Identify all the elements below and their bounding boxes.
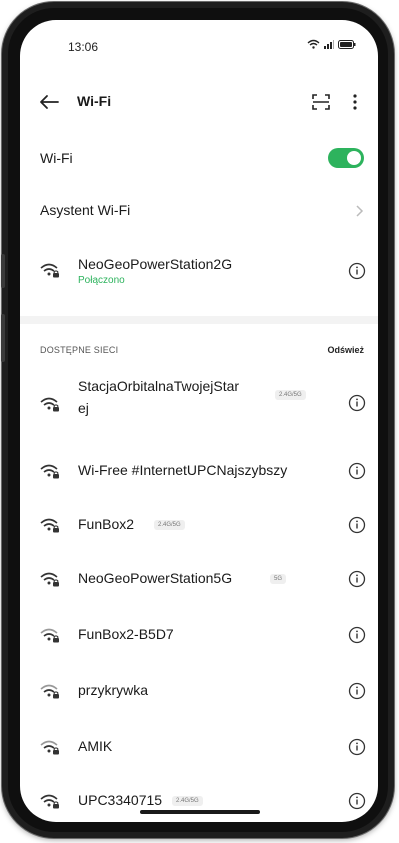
info-icon[interactable] xyxy=(348,262,366,280)
phone-frame: 13:06 Wi-Fi Wi-Fi Asystent Wi-Fi NeoGeoP… xyxy=(1,2,394,838)
app-bar: Wi-Fi xyxy=(20,82,378,122)
network-name: FunBox2-B5D7 xyxy=(78,626,174,642)
network-row[interactable]: NeoGeoPowerStation5G 5G xyxy=(20,560,378,598)
network-row[interactable]: FunBox2-B5D7 xyxy=(20,616,378,654)
wifi-locked-icon xyxy=(40,740,59,755)
info-icon[interactable] xyxy=(348,570,366,588)
section-divider xyxy=(20,316,378,324)
connected-status: Połączono xyxy=(78,275,125,286)
info-icon[interactable] xyxy=(348,792,366,810)
battery-icon xyxy=(338,39,356,49)
wifi-assistant-label: Asystent Wi-Fi xyxy=(40,202,131,218)
info-icon[interactable] xyxy=(348,462,366,480)
section-title: DOSTĘPNE SIECI xyxy=(40,345,119,355)
network-row[interactable]: przykrywka xyxy=(20,672,378,710)
status-time: 13:06 xyxy=(68,40,99,54)
network-name-continued: ej xyxy=(78,400,89,416)
wifi-locked-icon xyxy=(40,397,59,412)
wifi-locked-icon xyxy=(40,684,59,699)
band-badge: 2.4G/5G xyxy=(172,796,203,806)
network-row[interactable]: Wi-Free #InternetUPCNajszybszy xyxy=(20,452,378,490)
band-badge: 5G xyxy=(270,574,287,584)
wifi-locked-icon xyxy=(40,518,59,533)
network-name: przykrywka xyxy=(78,682,149,698)
wifi-assistant-row[interactable]: Asystent Wi-Fi xyxy=(20,198,378,228)
info-icon[interactable] xyxy=(348,516,366,534)
network-row[interactable]: UPC3340715 2.4G/5G xyxy=(20,782,378,820)
chevron-right-icon xyxy=(356,205,364,217)
screen: 13:06 Wi-Fi Wi-Fi Asystent Wi-Fi NeoGeoP… xyxy=(20,20,378,822)
network-row[interactable]: StacjaOrbitalnaTwojejStar ej 2.4G/5G xyxy=(20,374,378,436)
info-icon[interactable] xyxy=(348,682,366,700)
available-networks-header: DOSTĘPNE SIECI Odśwież xyxy=(20,342,378,362)
info-icon[interactable] xyxy=(348,394,366,412)
power-button xyxy=(1,314,5,362)
info-icon[interactable] xyxy=(348,626,366,644)
connected-network-row[interactable]: NeoGeoPowerStation2G Połączono xyxy=(20,248,378,296)
network-name: NeoGeoPowerStation5G xyxy=(78,570,233,586)
wifi-icon xyxy=(307,39,320,49)
network-name: StacjaOrbitalnaTwojejStar xyxy=(78,378,240,394)
network-name: FunBox2 xyxy=(78,516,135,532)
wifi-locked-icon xyxy=(40,628,59,643)
qr-scan-icon[interactable] xyxy=(310,91,332,113)
wifi-locked-icon xyxy=(40,794,59,809)
network-name: Wi-Free #InternetUPCNajszybszy xyxy=(78,462,288,478)
wifi-toggle-switch[interactable] xyxy=(328,148,364,168)
network-name: UPC3340715 xyxy=(78,792,163,808)
more-vertical-icon[interactable] xyxy=(344,91,366,113)
signal-icon xyxy=(324,39,334,49)
band-badge: 2.4G/5G xyxy=(275,390,306,400)
arrow-left-icon[interactable] xyxy=(36,90,62,114)
network-row[interactable]: FunBox2 2.4G/5G xyxy=(20,506,378,544)
refresh-button[interactable]: Odśwież xyxy=(327,345,364,355)
wifi-toggle-label: Wi-Fi xyxy=(40,150,73,166)
network-row[interactable]: AMIK xyxy=(20,728,378,766)
volume-button xyxy=(1,254,5,288)
status-bar: 13:06 xyxy=(20,20,378,74)
band-badge: 2.4G/5G xyxy=(154,520,185,530)
info-icon[interactable] xyxy=(348,738,366,756)
network-name: AMIK xyxy=(78,738,113,754)
wifi-locked-icon xyxy=(40,572,59,587)
wifi-toggle-row[interactable]: Wi-Fi xyxy=(20,146,378,176)
wifi-locked-icon xyxy=(40,263,59,278)
connected-network-name: NeoGeoPowerStation2G xyxy=(78,256,233,272)
status-icons xyxy=(307,39,356,49)
page-title: Wi-Fi xyxy=(77,93,112,109)
wifi-locked-icon xyxy=(40,464,59,479)
home-indicator[interactable] xyxy=(140,810,260,814)
toggle-knob xyxy=(347,151,361,165)
